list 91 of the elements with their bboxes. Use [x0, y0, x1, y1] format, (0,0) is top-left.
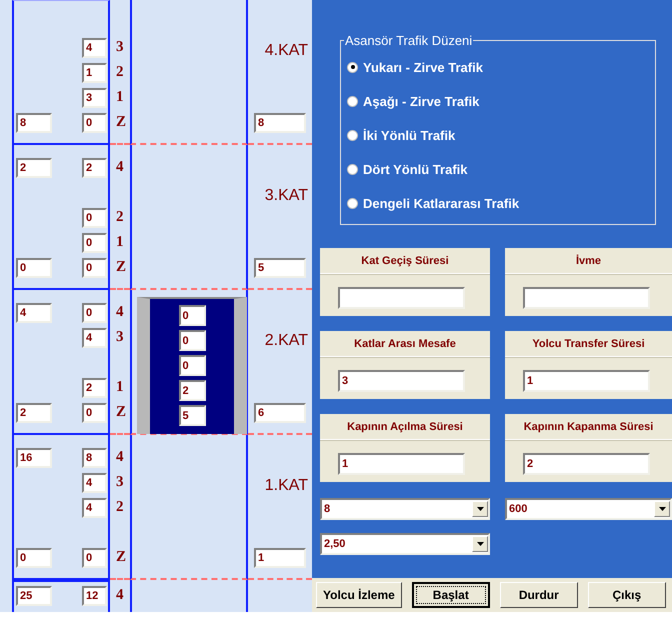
parameter-label: İvme [576, 254, 602, 266]
parameter-label: Katlar Arası Mesafe [354, 338, 456, 350]
destination-label: 1 [115, 234, 124, 251]
waiting-count-field[interactable]: 4 [16, 302, 52, 322]
destination-count-field[interactable]: 1 [82, 62, 107, 82]
radio-label[interactable]: Aşağı - Zirve Trafik [363, 94, 480, 108]
destination-count-field[interactable]: 4 [82, 498, 107, 518]
destination-count-field[interactable]: 0 [82, 258, 107, 278]
waiting-count-field[interactable]: 16 [16, 448, 52, 468]
radio-button[interactable] [347, 164, 358, 174]
destination-count-field[interactable]: 3 [82, 88, 107, 108]
waiting-count-field[interactable]: 0 [16, 548, 52, 568]
dropdown[interactable]: 8 [320, 498, 490, 520]
destination-label: Z [115, 404, 128, 421]
destination-label: 4 [115, 449, 124, 466]
group-title: Asansör Trafik Düzeni [344, 33, 474, 48]
car-load-field[interactable]: 0 [178, 330, 206, 351]
floor-label: 3.KAT [264, 187, 309, 205]
destination-label: 3 [115, 474, 124, 491]
destination-count-field[interactable]: 0 [82, 208, 107, 228]
action-button[interactable]: Yolcu İzleme [316, 582, 402, 608]
destination-count-field[interactable]: 0 [82, 302, 107, 322]
caret-icon [476, 542, 484, 546]
waiting-count-field[interactable]: 8 [16, 112, 52, 132]
radio-button[interactable] [347, 130, 358, 140]
dropdown-arrow-button[interactable] [654, 501, 670, 517]
car-load-field[interactable]: 5 [178, 405, 206, 426]
action-button[interactable]: Çıkış [588, 582, 666, 608]
floor-label: 4.KAT [264, 42, 309, 60]
dropdown[interactable]: 600 [505, 498, 672, 520]
radio-label[interactable]: Dört Yönlü Trafik [363, 162, 468, 176]
destination-count-field[interactable]: 8 [82, 448, 107, 468]
destination-count-field[interactable]: 12 [82, 586, 107, 606]
destination-label: 2 [115, 64, 124, 81]
destination-count-field[interactable]: 0 [82, 548, 107, 568]
waiting-count-field[interactable]: 2 [16, 158, 52, 178]
radio-label[interactable]: Yukarı - Zirve Trafik [363, 60, 483, 74]
destination-label: Z [115, 549, 128, 566]
radio-button[interactable] [347, 62, 358, 72]
destination-count-field[interactable]: 2 [82, 378, 107, 398]
floor-total-field[interactable]: 5 [254, 258, 306, 278]
destination-label: 4 [115, 587, 124, 604]
destination-count-field[interactable]: 2 [82, 158, 107, 178]
destination-count-field[interactable]: 4 [82, 472, 107, 492]
destination-label: 3 [115, 329, 124, 346]
parameter-label: Kapının Kapanma Süresi [524, 420, 654, 432]
caret-icon [658, 507, 666, 511]
floor-label: 2.KAT [264, 332, 309, 350]
car-load-field[interactable]: 0 [178, 355, 206, 376]
floor-label: 1.KAT [264, 477, 309, 495]
dropdown[interactable]: 2,50 [320, 533, 490, 555]
floor-total-field[interactable]: 1 [254, 548, 306, 568]
destination-count-field[interactable]: 0 [82, 402, 107, 422]
destination-label: 4 [115, 304, 124, 321]
destination-label: 3 [115, 39, 124, 56]
destination-label: 1 [115, 89, 124, 106]
parameter-field[interactable]: 1 [338, 453, 465, 475]
floor-total-field[interactable]: 6 [254, 402, 306, 422]
waiting-count-field[interactable]: 0 [16, 258, 52, 278]
radio-label[interactable]: İki Yönlü Trafik [363, 128, 456, 142]
waiting-count-field[interactable]: 2 [16, 402, 52, 422]
destination-label: Z [115, 114, 128, 131]
radio-button[interactable] [347, 96, 358, 106]
floor-total-field[interactable]: 8 [254, 112, 306, 132]
parameter-field[interactable]: 1 [523, 370, 650, 392]
waiting-count-field[interactable]: 25 [16, 586, 52, 606]
parameter-field[interactable]: 3 [338, 370, 465, 392]
car-load-field[interactable]: 2 [178, 380, 206, 401]
car-load-field[interactable]: 0 [178, 305, 206, 326]
caret-icon [476, 507, 484, 511]
dropdown-arrow-button[interactable] [472, 501, 488, 517]
destination-count-field[interactable]: 0 [82, 112, 107, 132]
destination-label: Z [115, 259, 128, 276]
action-button[interactable]: Durdur [500, 582, 578, 608]
parameter-field[interactable] [338, 287, 465, 309]
destination-count-field[interactable]: 4 [82, 38, 107, 58]
destination-count-field[interactable]: 0 [82, 232, 107, 252]
parameter-label: Kapının Açılma Süresi [347, 420, 463, 432]
parameter-label: Yolcu Transfer Süresi [532, 338, 645, 350]
destination-label: 4 [115, 159, 124, 176]
parameter-field[interactable]: 2 [523, 453, 650, 475]
radio-button[interactable] [347, 198, 358, 208]
parameter-field[interactable] [523, 287, 650, 309]
destination-count-field[interactable]: 4 [82, 328, 107, 348]
destination-label: 2 [115, 209, 124, 226]
dropdown-arrow-button[interactable] [472, 536, 488, 552]
destination-label: 2 [115, 499, 124, 516]
action-button[interactable]: Başlat [412, 582, 490, 608]
destination-label: 1 [115, 379, 124, 396]
parameter-label: Kat Geçiş Süresi [361, 254, 449, 266]
radio-label[interactable]: Dengeli Katlararası Trafik [363, 196, 520, 210]
